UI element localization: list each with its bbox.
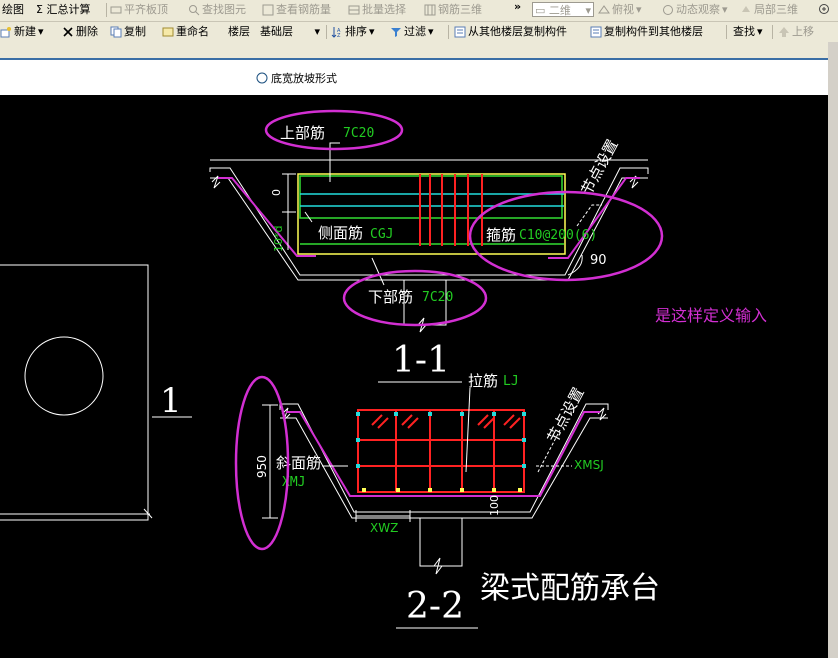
copy-button[interactable]: 复制 [110,25,146,39]
sort-button[interactable]: AZ 排序 ▾ [331,25,375,39]
tie-rebar-name: 拉筋 [468,372,498,390]
tie-rebar-code: LJ [503,374,519,389]
note-text: 是这样定义输入 [655,306,767,325]
section-2-title: 2-2 [406,586,464,627]
view-rebar-button[interactable]: 查看钢筋量 [262,3,331,17]
chevron-down-icon: ▾ [369,25,375,38]
xwz-label: XWZ [370,521,398,535]
zoom-icon [819,4,829,14]
chevron-down-icon: ▾ [757,25,763,38]
section-marker-label: 1 [160,381,182,421]
stirrup-name: 箍筋 [486,226,516,244]
component-toolbar: 新建 ▾ 删除 复制 重命名 楼层 基础层 ▾ AZ 排序 ▾ 过滤 ▾ 从其他楼层复制… [0,22,838,42]
view-angle-button[interactable]: 俯视 ▾ [598,3,642,17]
bottom-rebar-name: 下部筋 [368,288,413,306]
rename-icon [162,27,174,37]
side-rebar-name: 侧面筋 [318,224,363,242]
slope-form-radio[interactable]: 底宽放坡形式 [256,70,337,86]
dim-10d-label: 10*d [272,226,285,252]
local-3d-button[interactable]: 局部三维 [740,3,798,17]
side-rebar-code: CGJ [370,227,393,242]
floor-label: 楼层 [228,25,250,38]
find-icon [189,5,200,16]
option-panel: 底宽放坡形式 [0,58,828,95]
chevron-down-icon: ▾ [722,3,728,16]
top-rebar-code: 7C20 [343,126,374,141]
filter-icon [391,28,401,37]
chevron-down-icon: ▾ [428,25,434,38]
bottom-rebar-code: 7C20 [422,290,453,305]
drawing-caption: 梁式配筋承台 [480,571,660,606]
sort-icon: AZ [331,27,341,38]
copy-to-floor-icon [590,26,602,38]
arrow-up-icon [779,27,789,37]
find-button[interactable]: 查找 ▾ [733,25,763,39]
chevron-down-icon: ▾ [38,25,44,38]
new-button[interactable]: 新建 ▾ [0,25,44,39]
stirrup-code: C10@200(6) [519,228,597,243]
copy-to-other-floor-button[interactable]: 复制构件到其他楼层 [590,25,703,39]
copy-from-other-floor-button[interactable]: 从其他楼层复制构件 [454,25,567,39]
view-rebar-icon [262,4,274,16]
copy-from-floor-icon [454,26,466,38]
dynamic-view-button[interactable]: 动态观察 ▾ [662,3,728,17]
flat-board-button[interactable]: 平齐板顶 [110,3,168,17]
slope-rebar-code: XMJ [282,475,305,490]
batch-select-button[interactable]: 批量选择 [348,3,406,17]
delete-button[interactable]: 删除 [62,25,98,39]
rotate-icon [663,5,673,15]
cad-drawing-canvas[interactable]: 1 0 10*d 90 上部筋 7C20 侧面筋 CGJ 箍筋 C10@200(… [0,95,828,658]
copy-icon [110,26,122,38]
new-icon [0,27,11,38]
zoom-button[interactable] [818,3,830,15]
rebar-3d-button[interactable]: 钢筋三维 [424,3,482,17]
sum-calc-button[interactable]: Σ 汇总计算 [36,3,90,17]
dim-100-label: 100 [488,495,501,516]
floor-select[interactable]: 基础层 ▾ [258,24,322,39]
property-header-strip [0,42,828,58]
overflow-chevron[interactable]: » [514,0,521,14]
batch-select-icon [348,5,360,15]
local-3d-icon [742,6,750,12]
view-mode-select[interactable]: ▭ 二维 ▾ [532,2,594,17]
chevron-down-icon: ▾ [636,3,642,16]
angle-label: 90 [590,253,607,268]
xmsj-label: XMSJ [574,458,604,472]
top-rebar-name: 上部筋 [280,124,325,142]
find-element-button[interactable]: 查找图元 [188,3,246,17]
rename-button[interactable]: 重命名 [162,25,209,39]
draw-button[interactable]: 绘图 [2,3,24,17]
dim-zero-label: 0 [270,189,283,196]
vertical-scrollbar[interactable] [828,42,838,658]
move-up-button[interactable]: 上移 [778,25,814,39]
dim-950-label: 950 [255,455,269,478]
chevron-down-icon: ▾ [314,25,320,38]
radio-icon [256,72,268,84]
flat-board-icon [110,6,122,14]
svg-text:Z: Z [337,33,341,38]
filter-button[interactable]: 过滤 ▾ [390,25,434,39]
view-angle-icon [598,5,610,14]
main-toolbar: 绘图 Σ 汇总计算 平齐板顶 查找图元 查看钢筋量 批量选择 钢筋三维 » ▭ … [0,0,838,22]
rebar-3d-icon [424,4,436,16]
section-1-title: 1-1 [392,340,450,381]
slope-rebar-name: 斜面筋 [276,454,321,472]
delete-icon [63,27,73,37]
view-mode-icon: ▭ [535,4,549,17]
chevron-down-icon: ▾ [585,4,591,17]
